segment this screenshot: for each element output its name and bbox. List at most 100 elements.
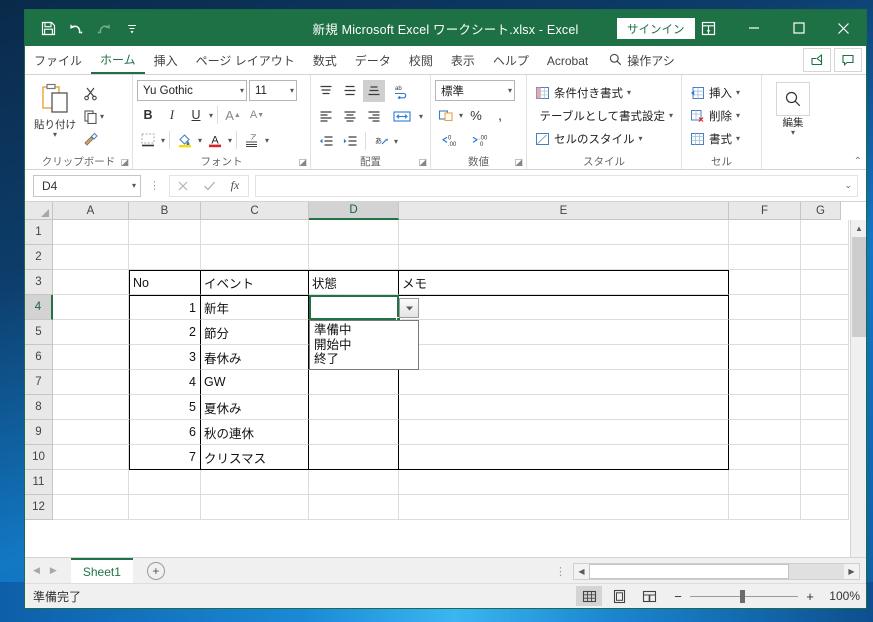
- paste-button[interactable]: 貼り付け ▾: [29, 80, 81, 139]
- font-color-button[interactable]: A: [204, 129, 226, 151]
- wrap-text-button[interactable]: ab: [387, 80, 417, 102]
- vertical-scrollbar-thumb[interactable]: [852, 237, 866, 337]
- column-header-f[interactable]: F: [729, 202, 801, 220]
- cell-B12[interactable]: [129, 495, 201, 520]
- alignment-dialog-launcher-icon[interactable]: ◪: [418, 157, 427, 168]
- decrease-indent-button[interactable]: [315, 130, 337, 152]
- increase-font-size-button[interactable]: A ▲: [222, 104, 244, 126]
- cell-A8[interactable]: [53, 395, 129, 420]
- cell-F7[interactable]: [729, 370, 801, 395]
- bold-button[interactable]: B: [137, 104, 159, 126]
- cell-E12[interactable]: [399, 495, 729, 520]
- horizontal-scrollbar[interactable]: ◀ ▶: [573, 562, 860, 580]
- cell-E11[interactable]: [399, 470, 729, 495]
- cell-F4[interactable]: [729, 295, 801, 320]
- cell-B5[interactable]: 2: [129, 320, 201, 345]
- format-cells-button[interactable]: 書式 ▾: [686, 128, 757, 149]
- cell-A11[interactable]: [53, 470, 129, 495]
- data-validation-option-2[interactable]: 終了: [310, 352, 418, 367]
- zoom-slider[interactable]: [690, 589, 798, 603]
- cell-G11[interactable]: [801, 470, 849, 495]
- cell-E8[interactable]: [399, 395, 729, 420]
- row-header-6[interactable]: 6: [25, 345, 53, 370]
- ribbon-tab-formulas[interactable]: 数式: [304, 47, 346, 74]
- cell-E10[interactable]: [399, 445, 729, 470]
- cell-B7[interactable]: 4: [129, 370, 201, 395]
- scroll-left-icon[interactable]: ◀: [574, 563, 589, 579]
- align-middle-button[interactable]: [339, 80, 361, 102]
- cell-A1[interactable]: [53, 220, 129, 245]
- orientation-dropdown-icon[interactable]: ▾: [394, 137, 398, 145]
- chevron-down-icon[interactable]: ▾: [627, 89, 631, 97]
- check-icon[interactable]: [196, 176, 222, 196]
- cell-G3[interactable]: [801, 270, 849, 295]
- maximize-button[interactable]: [776, 10, 821, 46]
- cell-E7[interactable]: [399, 370, 729, 395]
- borders-button[interactable]: [137, 129, 159, 151]
- cell-F3[interactable]: [729, 270, 801, 295]
- ribbon-tab-acrobat[interactable]: Acrobat: [538, 47, 597, 74]
- cell-C10[interactable]: クリスマス: [201, 445, 309, 470]
- copy-button[interactable]: ▾: [81, 106, 106, 127]
- cell-C4[interactable]: 新年: [201, 295, 309, 320]
- cell-A2[interactable]: [53, 245, 129, 270]
- cell-D7[interactable]: [309, 370, 399, 395]
- align-bottom-button[interactable]: [363, 80, 385, 102]
- copy-dropdown-icon[interactable]: ▾: [100, 113, 104, 121]
- sheet-tab-sheet1[interactable]: Sheet1: [70, 558, 133, 583]
- scroll-right-icon[interactable]: ▶: [844, 563, 859, 579]
- cell-A3[interactable]: [53, 270, 129, 295]
- cell-A12[interactable]: [53, 495, 129, 520]
- underline-button[interactable]: U: [185, 104, 207, 126]
- cell-B6[interactable]: 3: [129, 345, 201, 370]
- cell-B1[interactable]: [129, 220, 201, 245]
- cell-B3[interactable]: No: [129, 270, 201, 295]
- normal-view-button[interactable]: [576, 586, 602, 606]
- format-as-table-button[interactable]: テーブルとして書式設定 ▾: [531, 105, 677, 126]
- cell-A5[interactable]: [53, 320, 129, 345]
- cell-C1[interactable]: [201, 220, 309, 245]
- zoom-out-button[interactable]: −: [672, 589, 684, 604]
- scroll-up-icon[interactable]: ▲: [851, 220, 866, 236]
- cell-F8[interactable]: [729, 395, 801, 420]
- format-painter-button[interactable]: [81, 129, 106, 150]
- cell-F10[interactable]: [729, 445, 801, 470]
- cell-E4[interactable]: [399, 295, 729, 320]
- cell-D11[interactable]: [309, 470, 399, 495]
- font-color-dropdown-icon[interactable]: ▾: [228, 136, 232, 144]
- cancel-icon[interactable]: [170, 176, 196, 196]
- customize-quick-access-icon[interactable]: [119, 15, 145, 41]
- sign-in-button[interactable]: サインイン: [617, 18, 695, 39]
- cell-C12[interactable]: [201, 495, 309, 520]
- row-header-10[interactable]: 10: [25, 445, 53, 470]
- cell-C5[interactable]: 節分: [201, 320, 309, 345]
- cell-E2[interactable]: [399, 245, 729, 270]
- fx-icon[interactable]: fx: [222, 176, 248, 196]
- row-header-2[interactable]: 2: [25, 245, 53, 270]
- cell-F1[interactable]: [729, 220, 801, 245]
- share-icon[interactable]: [803, 48, 831, 72]
- cell-E3[interactable]: メモ: [399, 270, 729, 295]
- orientation-button[interactable]: あ: [370, 130, 392, 152]
- font-size-combo[interactable]: 11 ▾: [249, 80, 297, 101]
- ribbon-tab-page-layout[interactable]: ページ レイアウト: [187, 47, 304, 74]
- cell-D1[interactable]: [309, 220, 399, 245]
- decrease-decimal-button[interactable]: .00 0: [467, 129, 497, 151]
- accounting-dropdown-icon[interactable]: ▾: [459, 111, 463, 119]
- column-header-g[interactable]: G: [801, 202, 841, 220]
- cell-C11[interactable]: [201, 470, 309, 495]
- row-header-7[interactable]: 7: [25, 370, 53, 395]
- align-right-button[interactable]: [363, 105, 385, 127]
- redo-icon[interactable]: [91, 15, 117, 41]
- decrease-font-size-button[interactable]: A ▼: [246, 104, 268, 126]
- editing-dropdown-icon[interactable]: ▾: [791, 129, 795, 137]
- chevron-down-icon[interactable]: ▾: [736, 112, 740, 120]
- cell-C9[interactable]: 秋の連休: [201, 420, 309, 445]
- fill-color-button[interactable]: [174, 129, 196, 151]
- close-button[interactable]: [821, 10, 866, 46]
- phonetic-dropdown-icon[interactable]: ▾: [265, 136, 269, 144]
- ribbon-tab-data[interactable]: データ: [346, 47, 400, 74]
- cell-B9[interactable]: 6: [129, 420, 201, 445]
- conditional-formatting-button[interactable]: 条件付き書式 ▾: [531, 82, 677, 103]
- italic-button[interactable]: I: [161, 104, 183, 126]
